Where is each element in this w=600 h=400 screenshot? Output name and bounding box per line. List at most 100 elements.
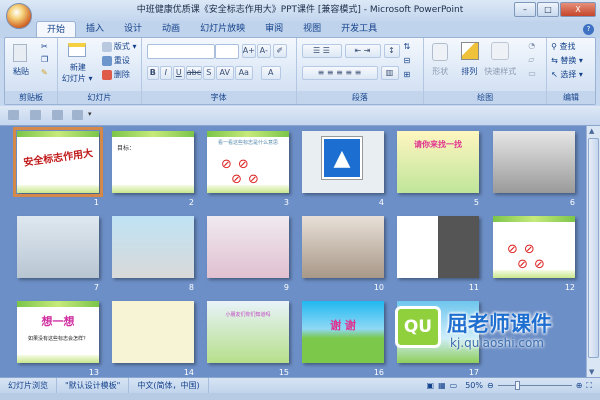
group-label: 绘图 <box>424 91 547 104</box>
normal-view-icon[interactable]: ▣ <box>427 381 435 390</box>
bullets-button[interactable]: ☰ ☰ <box>301 44 342 58</box>
vertical-scrollbar[interactable]: ▲ ▼ <box>586 126 600 377</box>
slide-thumbnail[interactable] <box>17 216 99 278</box>
grow-font-button[interactable]: A+ <box>241 44 256 58</box>
font-color-button[interactable]: A <box>260 66 281 80</box>
scroll-down-icon[interactable]: ▼ <box>589 368 594 376</box>
find-button[interactable]: 查找 <box>559 42 575 51</box>
slide-thumbnail[interactable]: ⊘⊘ ⊘⊘ 看一看这些标志是什么意思 <box>207 131 289 193</box>
slide-thumbnail[interactable] <box>302 216 384 278</box>
reset-button[interactable]: 重设 <box>114 56 130 65</box>
language-status[interactable]: 中文(简体，中国) <box>129 378 209 393</box>
customize-dropdown-icon[interactable]: ▾ <box>88 110 96 120</box>
tab-insert[interactable]: 插入 <box>76 21 114 38</box>
slide-thumbnail[interactable]: 请你来找一找 <box>397 131 479 193</box>
shape-fill-icon[interactable]: ◔ <box>528 41 535 50</box>
zoom-slider[interactable] <box>497 381 572 390</box>
group-slides: 新建 幻灯片 ▾ 版式 ▾ 重设 删除 幻灯片 <box>57 38 142 104</box>
char-spacing-button[interactable]: AV <box>215 66 234 80</box>
shape-effects-icon[interactable]: ▭ <box>528 69 536 78</box>
new-slide-button[interactable]: 新建 <box>70 62 86 73</box>
format-painter-icon[interactable]: ✎ <box>41 68 48 77</box>
font-name-select[interactable] <box>146 44 215 59</box>
tab-slideshow[interactable]: 幻灯片放映 <box>190 21 255 38</box>
paste-button[interactable]: 粘贴 <box>13 66 29 77</box>
fit-window-icon[interactable]: ⛶ <box>586 381 592 391</box>
copy-icon[interactable]: ❐ <box>41 55 48 64</box>
close-button[interactable]: X <box>560 2 596 17</box>
slide-title: 看一看这些标志是什么意思 <box>217 140 278 146</box>
slide-thumbnail[interactable] <box>493 131 575 193</box>
shapes-button[interactable]: 形状 <box>432 66 448 77</box>
scrollbar-thumb[interactable] <box>588 138 599 358</box>
slide-thumbnail[interactable] <box>207 216 289 278</box>
maximize-button[interactable]: □ <box>537 2 559 17</box>
tab-developer[interactable]: 开发工具 <box>331 21 387 38</box>
text-direction-icon[interactable]: ⇅ <box>404 42 411 51</box>
slide-thumbnail[interactable] <box>112 216 194 278</box>
save-icon[interactable] <box>8 110 19 120</box>
new-slide-dropdown[interactable]: 幻灯片 ▾ <box>62 73 93 84</box>
align-text-icon[interactable]: ⊟ <box>404 56 411 65</box>
delete-button[interactable]: 删除 <box>114 70 130 79</box>
slide-thumbnail[interactable]: 想一想 如果没有这些标志会怎样？ <box>17 301 99 363</box>
crosswalk-sign-icon: ▲ <box>321 136 363 180</box>
slide-thumbnail[interactable]: 小朋友们你们知道吗 <box>207 301 289 363</box>
replace-button[interactable]: 替换 ▾ <box>560 56 583 65</box>
font-size-select[interactable] <box>214 44 239 59</box>
zoom-slider-thumb[interactable] <box>514 381 520 390</box>
tab-view[interactable]: 视图 <box>293 21 331 38</box>
strikethrough-button[interactable]: abc <box>185 66 202 80</box>
layout-icon <box>101 41 112 52</box>
slide-number: 5 <box>473 198 479 207</box>
slide-thumbnail[interactable]: 安全标志作用大 <box>13 127 103 197</box>
zoom-out-icon[interactable]: ⊖ <box>487 381 494 390</box>
slide-thumbnail[interactable]: 谢 谢 <box>302 301 384 363</box>
scroll-up-icon[interactable]: ▲ <box>589 127 594 135</box>
tab-home[interactable]: 开始 <box>36 21 77 38</box>
layout-button[interactable]: 版式 ▾ <box>114 42 137 51</box>
indent-buttons[interactable]: ⇤ ⇥ <box>344 44 381 58</box>
tab-design[interactable]: 设计 <box>114 21 152 38</box>
minimize-button[interactable]: – <box>514 2 536 17</box>
theme-status[interactable]: "默认设计模板" <box>57 378 130 393</box>
change-case-button[interactable]: Aa <box>234 66 253 80</box>
italic-button[interactable]: I <box>159 66 172 80</box>
columns-button[interactable]: ▥ <box>380 66 399 80</box>
align-buttons[interactable]: ≡ ≡ ≡ ≡ ≡ <box>301 66 378 80</box>
slide-thumbnail[interactable]: ⊘⊘ ⊘⊘ <box>493 216 575 278</box>
tab-review[interactable]: 审阅 <box>255 21 293 38</box>
slide-number: 2 <box>188 198 194 207</box>
undo-icon[interactable] <box>30 110 41 120</box>
zoom-in-icon[interactable]: ⊕ <box>576 381 583 390</box>
shadow-button[interactable]: S <box>202 66 215 80</box>
select-button[interactable]: 选择 ▾ <box>560 70 583 79</box>
tab-animations[interactable]: 动画 <box>152 21 190 38</box>
slideshow-view-icon[interactable]: ▭ <box>450 381 458 390</box>
slide-title: 安全标志作用大 <box>22 148 94 169</box>
slide-thumbnail[interactable] <box>112 301 194 363</box>
leaf-decoration <box>207 131 289 137</box>
shape-outline-icon[interactable]: ▱ <box>528 55 534 64</box>
group-label: 幻灯片 <box>57 91 141 104</box>
watermark-url: kj.qulaoshi.com <box>450 336 544 350</box>
office-button[interactable] <box>6 3 32 29</box>
arrange-button[interactable]: 排列 <box>461 66 477 77</box>
group-label: 段落 <box>296 91 424 104</box>
slide-thumbnail[interactable]: ▲ <box>302 131 384 193</box>
line-spacing-button[interactable]: ↕ <box>383 44 400 58</box>
slideshow-icon[interactable] <box>72 110 83 120</box>
sorter-view-icon[interactable]: ▦ <box>438 381 446 390</box>
quick-styles-button[interactable]: 快速样式 <box>484 66 516 77</box>
smartart-icon[interactable]: ⊞ <box>404 70 411 79</box>
clear-format-button[interactable]: ✐ <box>272 44 287 58</box>
bold-button[interactable]: B <box>146 66 159 80</box>
zoom-level[interactable]: 50% <box>465 381 483 390</box>
slide-thumbnail[interactable]: 目标： <box>112 131 194 193</box>
help-icon[interactable]: ? <box>583 24 594 35</box>
underline-button[interactable]: U <box>172 66 185 80</box>
redo-icon[interactable] <box>52 110 63 120</box>
slide-thumbnail[interactable] <box>397 216 479 278</box>
shrink-font-button[interactable]: A- <box>256 44 271 58</box>
cut-icon[interactable]: ✂ <box>41 42 48 51</box>
